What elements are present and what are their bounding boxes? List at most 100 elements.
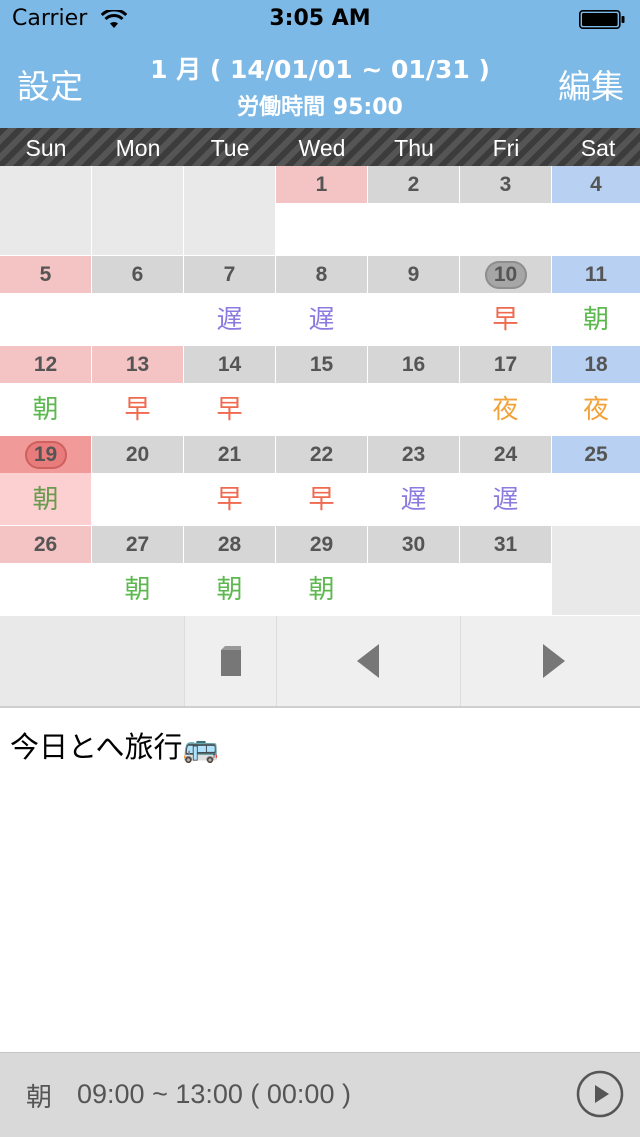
calendar-grid: 1 2 3 4 5 6 7 遅 8 遅 9 10 早 11 朝 12 朝 13 早 14 早 15 16 17 夜 18 夜 19 朝 2… [0,166,640,706]
calendar-day-17[interactable]: 17 夜 [460,346,551,435]
calendar-day-14[interactable]: 14 早 [184,346,275,435]
prev-icon [357,644,379,678]
calendar-day-19[interactable]: 19 朝 [0,436,91,525]
calendar-day-27[interactable]: 27 朝 [92,526,183,615]
day-shift: 朝 [216,575,243,605]
calendar-day-5[interactable]: 5 [0,256,91,345]
calendar-day-21[interactable]: 21 早 [184,436,275,525]
calendar-day-9[interactable]: 9 [368,256,459,345]
calendar-day-13[interactable]: 13 早 [92,346,183,435]
next-month-button[interactable] [460,616,640,706]
weekday-wed: Wed [298,135,346,161]
calendar-day-25[interactable]: 25 [552,436,640,525]
day-shift [368,563,459,615]
calendar-day-10[interactable]: 10 早 [460,256,551,345]
shift-label: 朝 [26,1083,53,1113]
edit-button[interactable]: 編集 [558,60,624,108]
calendar-day-22[interactable]: 22 早 [276,436,367,525]
calendar-day-15[interactable]: 15 [276,346,367,435]
calendar-day-31[interactable]: 31 [460,526,551,615]
weekday-thu: Thu [394,135,434,161]
prev-month-button[interactable] [276,616,460,706]
calendar-day-26[interactable]: 26 [0,526,91,615]
calendar-day-8[interactable]: 8遅 [276,256,367,345]
day-shift [368,203,459,255]
calendar-day-11[interactable]: 11 朝 [552,256,640,345]
day-number: 18 [552,346,640,383]
calendar-day-29[interactable]: 29 朝 [276,526,367,615]
day-shift [0,293,91,345]
calendar-empty-cell [552,526,640,615]
day-shift: 遅 [216,305,243,335]
day-shift: 朝 [0,473,91,525]
weekday-header: Sun Mon Tue Wed Thu Fri Sat [0,128,640,166]
stop-button[interactable] [184,616,276,706]
calendar-day-7[interactable]: 7遅 [184,256,275,345]
day-number: 19 [0,436,91,473]
day-shift [92,293,183,345]
calendar-day-12[interactable]: 12 朝 [0,346,91,435]
calendar-day-2[interactable]: 2 [368,166,459,255]
day-number: 28 [184,526,275,563]
shift-footer: 朝 09:00 ~ 13:00 ( 00:00 ) [0,1052,640,1137]
day-number: 3 [460,166,551,203]
day-shift: 朝 [582,305,609,335]
play-icon [595,1085,609,1103]
day-shift [552,203,640,255]
shift-time-range: 09:00 ~ 13:00 ( 00:00 ) [77,1079,351,1109]
day-shift: 早 [216,485,243,515]
day-shift: 朝 [124,575,151,605]
day-number: 29 [276,526,367,563]
day-shift [460,563,551,615]
weekday-mon: Mon [115,135,161,161]
stop-icon [221,646,241,676]
day-shift: 遅 [308,305,335,335]
day-number: 24 [460,436,551,473]
calendar-day-20[interactable]: 20 [92,436,183,525]
day-number: 2 [368,166,459,203]
calendar-day-4[interactable]: 4 [552,166,640,255]
day-shift [460,203,551,255]
day-number: 12 [0,346,91,383]
calendar-day-30[interactable]: 30 [368,526,459,615]
calendar-day-1[interactable]: 1 [276,166,367,255]
day-number: 13 [92,346,183,383]
day-number: 15 [276,346,367,383]
weekday-sat: Sat [580,135,616,161]
divider [0,706,640,708]
working-hours: 労働時間 95:00 [237,95,403,120]
day-number: 31 [460,526,551,563]
day-number: 7 [184,256,275,293]
day-number: 8 [276,256,367,293]
calendar-empty-cell [184,166,275,255]
day-number: 20 [92,436,183,473]
calendar-day-6[interactable]: 6 [92,256,183,345]
day-number: 1 [276,166,367,203]
day-number: 5 [0,256,91,293]
calendar-day-3[interactable]: 3 [460,166,551,255]
weekday-fri: Fri [492,135,520,161]
calendar-day-16[interactable]: 16 [368,346,459,435]
play-button[interactable] [576,1070,624,1118]
day-shift: 早 [216,395,243,425]
day-shift: 朝 [32,395,59,425]
day-shift [92,473,183,525]
day-shift [368,383,459,435]
memo-text[interactable]: 今日とへ旅行🚌 [10,724,219,766]
calendar-day-18[interactable]: 18 夜 [552,346,640,435]
calendar-day-28[interactable]: 28 朝 [184,526,275,615]
weekday-tue: Tue [210,135,250,161]
calendar-empty-cell [0,166,91,255]
day-number: 10 [460,256,551,293]
day-number: 27 [92,526,183,563]
calendar-day-23[interactable]: 23 遅 [368,436,459,525]
day-number: 6 [92,256,183,293]
day-shift [552,473,640,525]
next-icon [543,644,565,678]
day-number: 17 [460,346,551,383]
day-number: 21 [184,436,275,473]
day-shift: 遅 [492,485,519,515]
month-title: 1 月 ( 14/01/01 ~ 01/31 ) [150,55,490,84]
day-shift: 早 [124,395,151,425]
calendar-day-24[interactable]: 24 遅 [460,436,551,525]
